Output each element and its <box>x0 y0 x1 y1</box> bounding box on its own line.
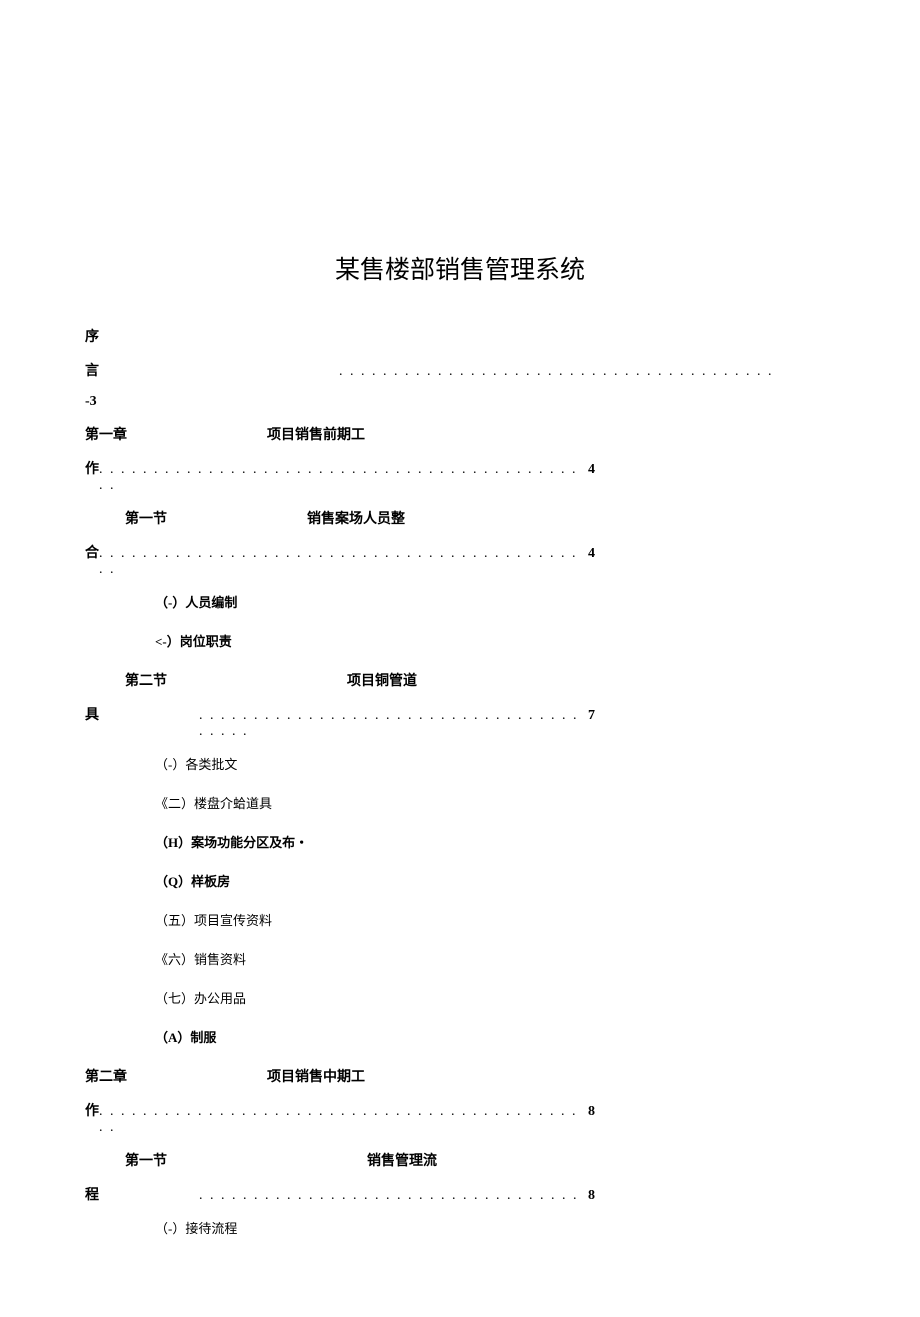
cont-char: 程 <box>85 1184 99 1204</box>
section-label: 第二节 <box>125 670 167 690</box>
preface-line-1: 序 <box>85 326 835 346</box>
chapter-label: 第一章 <box>85 424 127 444</box>
chapter-2-header: 第二章 项目销售中期工 <box>85 1066 835 1086</box>
section-label: 第一节 <box>125 508 167 528</box>
dots: . . . . . . . . . . . . . . . . . . . . … <box>199 708 588 740</box>
toc-item: 《六）销售资料 <box>85 949 835 968</box>
page-num: 4 <box>588 462 595 478</box>
preface-char: 言 <box>85 360 99 380</box>
chapter-label: 第二章 <box>85 1066 127 1086</box>
toc-item: （七）办公用品 <box>85 988 835 1007</box>
cont-char: 作 <box>85 1100 99 1120</box>
toc-item: （A）制服 <box>85 1027 835 1046</box>
toc-item: （-）接待流程 <box>85 1218 835 1237</box>
document-title: 某售楼部销售管理系统 <box>85 250 835 286</box>
dots: . . . . . . . . . . . . . . . . . . . . … <box>339 364 835 380</box>
cont-char: 作 <box>85 458 99 478</box>
cont-char: 具 <box>85 704 99 724</box>
dots: . . . . . . . . . . . . . . . . . . . . … <box>99 462 588 494</box>
chapter-2-cont: 作 . . . . . . . . . . . . . . . . . . . … <box>85 1100 835 1136</box>
section-title: 销售案场人员整 <box>307 508 405 528</box>
toc-item: （Q）样板房 <box>85 871 835 890</box>
preface-line-2: 言 . . . . . . . . . . . . . . . . . . . … <box>85 360 835 380</box>
chapter-1-cont: 作 . . . . . . . . . . . . . . . . . . . … <box>85 458 835 494</box>
section-label: 第一节 <box>125 1150 167 1170</box>
dots: . . . . . . . . . . . . . . . . . . . . … <box>99 546 588 578</box>
toc-item: （-）各类批文 <box>85 754 835 773</box>
section-1-2-header: 第二节 项目铜管道 <box>85 670 835 690</box>
document-page: 某售楼部销售管理系统 序 言 . . . . . . . . . . . . .… <box>0 0 920 1317</box>
section-1-2-cont: 具 . . . . . . . . . . . . . . . . . . . … <box>85 704 835 740</box>
preface-line-3: -3 <box>85 394 835 410</box>
page-num: 8 <box>588 1188 595 1204</box>
chapter-1-header: 第一章 项目销售前期工 <box>85 424 835 444</box>
cont-char: 合 <box>85 542 99 562</box>
toc-item: 《二）楼盘介蛤道具 <box>85 793 835 812</box>
toc-item: （-）人员编制 <box>85 592 835 611</box>
toc-item: （H）案场功能分区及布・ <box>85 832 835 851</box>
page-num: 7 <box>588 708 595 724</box>
chapter-title: 项目销售中期工 <box>267 1066 365 1086</box>
toc-item: <-）岗位职责 <box>85 631 835 650</box>
section-1-1-cont: 合 . . . . . . . . . . . . . . . . . . . … <box>85 542 835 578</box>
chapter-title: 项目销售前期工 <box>267 424 365 444</box>
dots: . . . . . . . . . . . . . . . . . . . . … <box>199 1188 588 1204</box>
section-title: 销售管理流 <box>367 1150 437 1170</box>
toc-item: （五）项目宣传资料 <box>85 910 835 929</box>
section-2-1-cont: 程 . . . . . . . . . . . . . . . . . . . … <box>85 1184 835 1204</box>
section-2-1-header: 第一节 销售管理流 <box>85 1150 835 1170</box>
page-num: 4 <box>588 546 595 562</box>
section-1-1-header: 第一节 销售案场人员整 <box>85 508 835 528</box>
page-num: 8 <box>588 1104 595 1120</box>
dots: . . . . . . . . . . . . . . . . . . . . … <box>99 1104 588 1136</box>
section-title: 项目铜管道 <box>347 670 417 690</box>
